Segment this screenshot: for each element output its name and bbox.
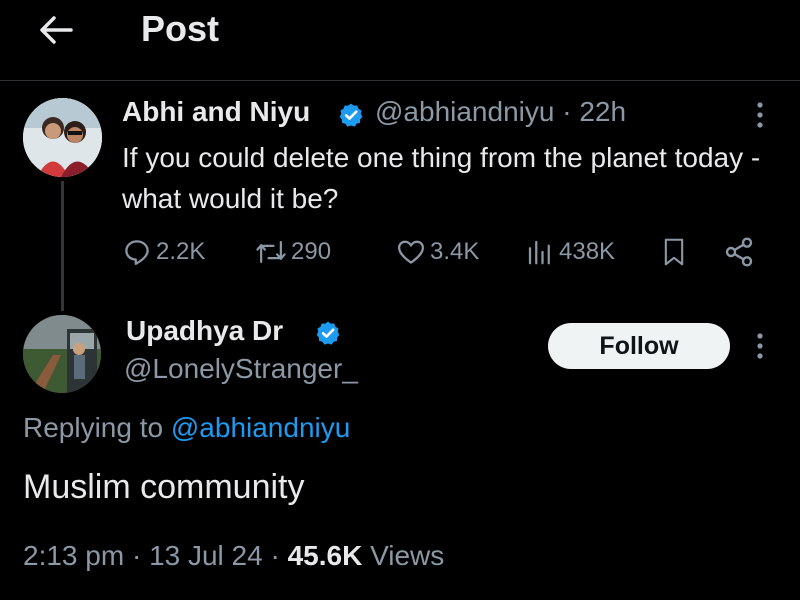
like-count: 3.4K bbox=[430, 238, 480, 265]
separator-dot: · bbox=[124, 540, 150, 571]
post-actions: 2.2K 290 3.4K 438K bbox=[120, 230, 770, 274]
post-time[interactable]: 22h bbox=[579, 96, 626, 127]
more-vertical-icon bbox=[757, 102, 763, 128]
author-name[interactable]: Abhi and Niyu bbox=[122, 96, 310, 128]
post-text: If you could delete one thing from the p… bbox=[122, 142, 761, 214]
reply-count: 2.2K bbox=[156, 238, 206, 265]
heart-icon bbox=[398, 240, 424, 264]
repost-count: 290 bbox=[291, 238, 332, 265]
more-vertical-icon bbox=[757, 333, 763, 359]
top-bar: Post bbox=[0, 0, 800, 81]
avatar[interactable] bbox=[23, 315, 101, 393]
views-total[interactable]: 45.6K bbox=[288, 540, 363, 571]
author-handle-time: @abhiandniyu · 22h bbox=[375, 96, 626, 128]
replying-to-label: Replying to bbox=[23, 412, 171, 443]
avatar-photo bbox=[23, 98, 102, 177]
share-button[interactable] bbox=[723, 230, 759, 274]
views-button[interactable]: 438K bbox=[525, 230, 615, 274]
views-count: 438K bbox=[559, 238, 616, 265]
more-options-button[interactable] bbox=[750, 331, 770, 361]
bookmark-button[interactable] bbox=[660, 230, 692, 274]
post-text: Muslim community bbox=[23, 468, 305, 506]
thread-line bbox=[61, 181, 64, 311]
avatar-photo bbox=[23, 315, 101, 393]
follow-button[interactable]: Follow bbox=[548, 323, 730, 369]
verified-badge-icon bbox=[316, 321, 340, 345]
bookmark-icon bbox=[664, 238, 684, 266]
like-button[interactable]: 3.4K bbox=[396, 230, 479, 274]
separator-dot: · bbox=[262, 540, 288, 571]
replying-to: Replying to @abhiandniyu bbox=[23, 412, 350, 444]
separator-dot: · bbox=[554, 96, 580, 127]
analytics-icon bbox=[528, 240, 550, 265]
author-handle[interactable]: @abhiandniyu bbox=[375, 96, 554, 127]
back-button[interactable] bbox=[36, 10, 76, 50]
author-name[interactable]: Upadhya Dr bbox=[126, 315, 283, 347]
arrow-left-icon bbox=[40, 16, 73, 44]
reply-icon bbox=[125, 240, 149, 265]
verified-badge-icon bbox=[339, 103, 363, 127]
share-icon bbox=[725, 237, 753, 267]
avatar[interactable] bbox=[23, 98, 102, 177]
author-handle[interactable]: @LonelyStranger_ bbox=[124, 353, 358, 385]
post-time[interactable]: 2:13 pm bbox=[23, 540, 124, 571]
repost-button[interactable]: 290 bbox=[255, 230, 331, 274]
post-date[interactable]: 13 Jul 24 bbox=[149, 540, 263, 571]
post-meta: 2:13 pm · 13 Jul 24 · 45.6K Views bbox=[23, 540, 444, 572]
views-label: Views bbox=[362, 540, 445, 571]
page-title: Post bbox=[141, 8, 220, 49]
repost-icon bbox=[256, 241, 286, 263]
reply-button[interactable]: 2.2K bbox=[122, 230, 205, 274]
replying-to-link[interactable]: @abhiandniyu bbox=[171, 412, 350, 443]
more-options-button[interactable] bbox=[750, 100, 770, 130]
